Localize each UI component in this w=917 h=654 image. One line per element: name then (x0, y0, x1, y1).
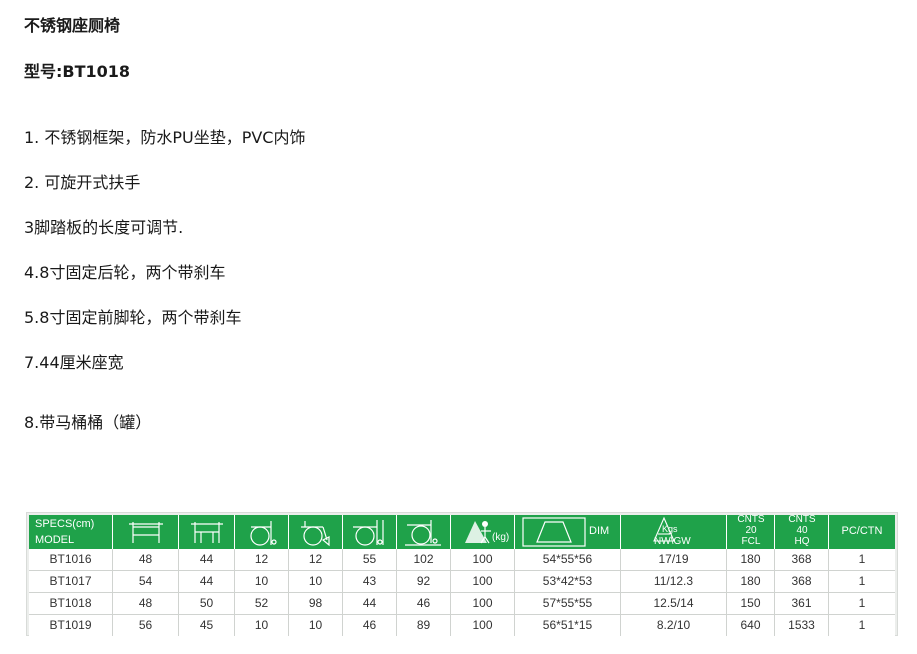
feature-item: 2. 可旋开式扶手 (24, 173, 141, 192)
table-row: BT1018 48 50 52 98 44 46 100 57*55*55 12.5/14 150 3… (29, 593, 895, 615)
cnts-40-line1: CNTS (788, 514, 816, 525)
table-cell: 53*42*53 (515, 571, 621, 592)
model-cell: BT1017 (29, 571, 113, 592)
table-cell: 640 (727, 615, 775, 636)
table-row: BT1016 48 44 12 12 55 102 100 54*55*56 17/19 180 36… (29, 549, 895, 571)
cnts-20-line1: CNTS (737, 514, 765, 525)
feature-item: 7.44厘米座宽 (24, 353, 124, 372)
overall-height-icon (343, 515, 397, 549)
table-cell: 50 (179, 593, 235, 614)
table-cell: 180 (727, 571, 775, 592)
table-cell: 1 (858, 596, 866, 610)
table-cell: 1 (858, 552, 866, 566)
product-title: 不锈钢座厕椅 (24, 16, 121, 35)
feature-item: 4.8寸固定后轮，两个带刹车 (24, 263, 226, 282)
pc-ctn-header: PC/CTN (829, 515, 895, 549)
feature-item: 5.8寸固定前脚轮，两个带刹车 (24, 308, 242, 327)
table-cell: 10 (289, 571, 343, 592)
table-cell: 44 (179, 549, 235, 570)
table-cell: 44 (343, 593, 397, 614)
nwgw-label: NW\GW (654, 536, 691, 547)
weight-triangle-icon: Kgs NW\GW (621, 515, 727, 549)
max-weight-icon: (kg) (451, 515, 515, 549)
table-cell: 46 (343, 615, 397, 636)
table-cell: 368 (775, 549, 829, 570)
table-cell: 89 (397, 615, 451, 636)
table-cell: 12 (235, 549, 289, 570)
specs-model-header: SPECS(cm) MODEL (29, 515, 113, 549)
table-cell: 54*55*56 (515, 549, 621, 570)
carton-dimension-icon: DIM (515, 515, 621, 549)
cnts-40-line2: 40 (796, 525, 808, 536)
cnts-40-line3: HQ (794, 536, 810, 547)
table-cell: 180 (727, 549, 775, 570)
table-cell: 10 (235, 571, 289, 592)
table-cell: 12.5/14 (621, 593, 727, 614)
table-cell: 43 (343, 571, 397, 592)
model-cell: BT1019 (29, 615, 113, 636)
table-cell: 12 (289, 549, 343, 570)
table-cell: 10 (235, 615, 289, 636)
table-cell: 100 (451, 549, 515, 570)
table-cell: 102 (397, 549, 451, 570)
cnts-40-hq-header: CNTS 40 HQ (775, 514, 829, 549)
overall-length-icon (397, 515, 451, 549)
table-cell: 368 (775, 571, 829, 592)
table-cell: 54 (113, 571, 179, 592)
feature-item: 3脚踏板的长度可调节. (24, 218, 184, 237)
table-cell: 150 (727, 593, 775, 614)
max-weight-unit: (kg) (492, 532, 510, 543)
cnts-20-line3: FCL (741, 536, 761, 547)
table-cell: 98 (289, 593, 343, 614)
table-cell: 361 (775, 593, 829, 614)
table-cell: 57*55*55 (515, 593, 621, 614)
table-cell: 48 (113, 549, 179, 570)
feature-item: 1. 不锈钢框架，防水PU坐垫，PVC内饰 (24, 128, 306, 147)
table-cell: 55 (343, 549, 397, 570)
seat-height-icon (235, 515, 289, 549)
kgs-label: Kgs (662, 524, 678, 534)
specs-table-header: SPECS(cm) MODEL (kg) DIM Kgs NW\GW CNTS … (29, 514, 895, 549)
table-cell: 56 (113, 615, 179, 636)
feature-item: 8.带马桶桶（罐） (24, 413, 152, 432)
table-cell: 100 (451, 615, 515, 636)
table-cell: 48 (113, 593, 179, 614)
specs-table: SPECS(cm) MODEL (kg) DIM Kgs NW\GW CNTS … (26, 512, 898, 636)
table-cell: 45 (179, 615, 235, 636)
table-cell: 1 (858, 618, 866, 632)
cnts-20-line2: 20 (745, 525, 757, 536)
model-cell: BT1018 (29, 593, 113, 614)
overall-width-icon (113, 515, 179, 549)
table-cell: 11/12.3 (621, 571, 727, 592)
table-cell: 44 (179, 571, 235, 592)
table-cell: 8.2/10 (621, 615, 727, 636)
table-cell: 92 (397, 571, 451, 592)
pc-ctn-label: PC/CTN (841, 525, 883, 537)
table-cell: 46 (397, 593, 451, 614)
table-cell: 17/19 (621, 549, 727, 570)
specs-label: SPECS(cm) (35, 518, 95, 530)
model-label: MODEL (35, 534, 75, 546)
cnts-20-fcl-header: CNTS 20 FCL (727, 514, 775, 549)
table-cell: 1533 (775, 615, 829, 636)
model-number: 型号:BT1018 (24, 62, 131, 81)
seat-depth-icon (289, 515, 343, 549)
table-row: BT1019 56 45 10 10 46 89 100 56*51*15 8.2/10 640 15… (29, 615, 895, 636)
table-cell: 100 (451, 571, 515, 592)
table-cell: 52 (235, 593, 289, 614)
table-cell: 10 (289, 615, 343, 636)
specs-table-body: BT1016 48 44 12 12 55 102 100 54*55*56 17/19 180 36… (29, 549, 895, 636)
table-cell: 100 (451, 593, 515, 614)
table-cell: 56*51*15 (515, 615, 621, 636)
table-row: BT1017 54 44 10 10 43 92 100 53*42*53 11/12.3 180 3… (29, 571, 895, 593)
seat-width-icon (179, 515, 235, 549)
dim-label: DIM (589, 525, 610, 537)
model-cell: BT1016 (29, 549, 113, 570)
table-cell: 1 (858, 574, 866, 588)
